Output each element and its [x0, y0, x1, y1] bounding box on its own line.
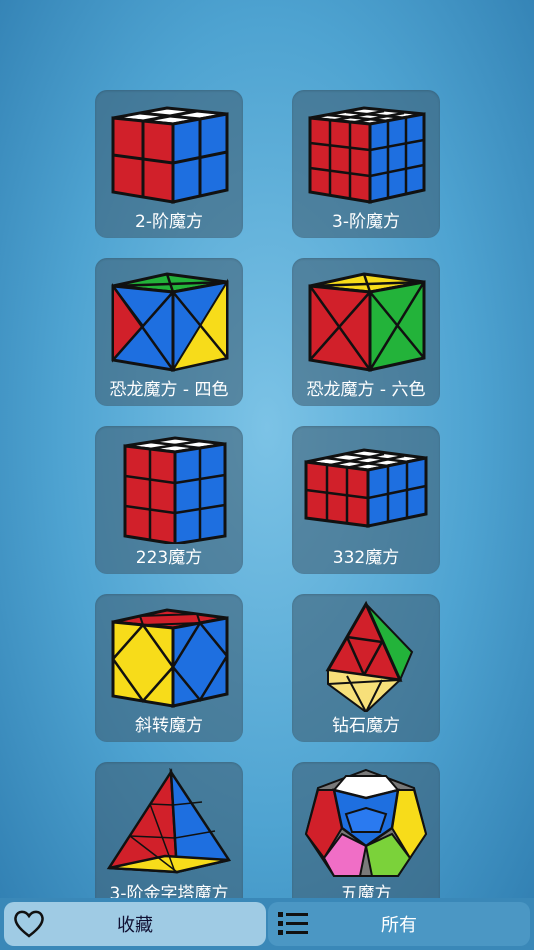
bottom-tab-bar: 收藏 所有	[0, 898, 534, 950]
dino-cube-6-color-icon	[308, 272, 426, 372]
puzzle-tile-skewb[interactable]: 斜转魔方	[95, 594, 243, 742]
tab-favorites[interactable]: 收藏	[4, 902, 266, 946]
puzzle-label: 钻石魔方	[332, 716, 400, 736]
puzzle-tile-2x2[interactable]: 2-阶魔方	[95, 90, 243, 238]
puzzle-label: 五魔方	[340, 884, 392, 898]
puzzle-tile-332[interactable]: 332魔方	[292, 426, 440, 574]
puzzle-tile-diamond[interactable]: 钻石魔方	[292, 594, 440, 742]
megaminx-icon	[304, 768, 428, 877]
puzzle-label: 223魔方	[135, 548, 203, 568]
puzzle-tile-dino-4[interactable]: 恐龙魔方 - 四色	[95, 258, 243, 406]
puzzle-label: 斜转魔方	[135, 716, 203, 736]
puzzle-label: 恐龙魔方 - 四色	[109, 380, 229, 400]
diamond-icon	[325, 600, 414, 712]
tab-all-label: 所有	[381, 915, 417, 936]
puzzle-label: 恐龙魔方 - 六色	[306, 380, 426, 400]
cube-3x3x2-icon	[304, 448, 428, 528]
puzzle-grid: 2-阶魔方 3-阶魔方 恐龙魔方 - 四色 恐龙魔方 - 六色 223魔方 33…	[0, 0, 534, 898]
puzzle-label: 3-阶魔方	[332, 212, 400, 232]
cube-2x2-icon	[111, 106, 229, 204]
cube-2x2x3-icon	[123, 436, 227, 544]
tab-all[interactable]: 所有	[268, 902, 530, 946]
skewb-icon	[111, 608, 229, 708]
puzzle-label: 3-阶金字塔魔方	[109, 884, 229, 898]
dino-cube-4-color-icon	[111, 272, 229, 372]
cube-3x3-icon	[308, 106, 426, 204]
puzzle-tile-3x3[interactable]: 3-阶魔方	[292, 90, 440, 238]
puzzle-label: 332魔方	[332, 548, 400, 568]
puzzle-tile-megaminx[interactable]: 五魔方	[292, 762, 440, 898]
pyraminx-icon	[106, 768, 232, 874]
tab-favorites-label: 收藏	[117, 915, 153, 936]
puzzle-tile-223[interactable]: 223魔方	[95, 426, 243, 574]
puzzle-label: 2-阶魔方	[135, 212, 203, 232]
puzzle-tile-dino-6[interactable]: 恐龙魔方 - 六色	[292, 258, 440, 406]
puzzle-tile-pyraminx[interactable]: 3-阶金字塔魔方	[95, 762, 243, 898]
